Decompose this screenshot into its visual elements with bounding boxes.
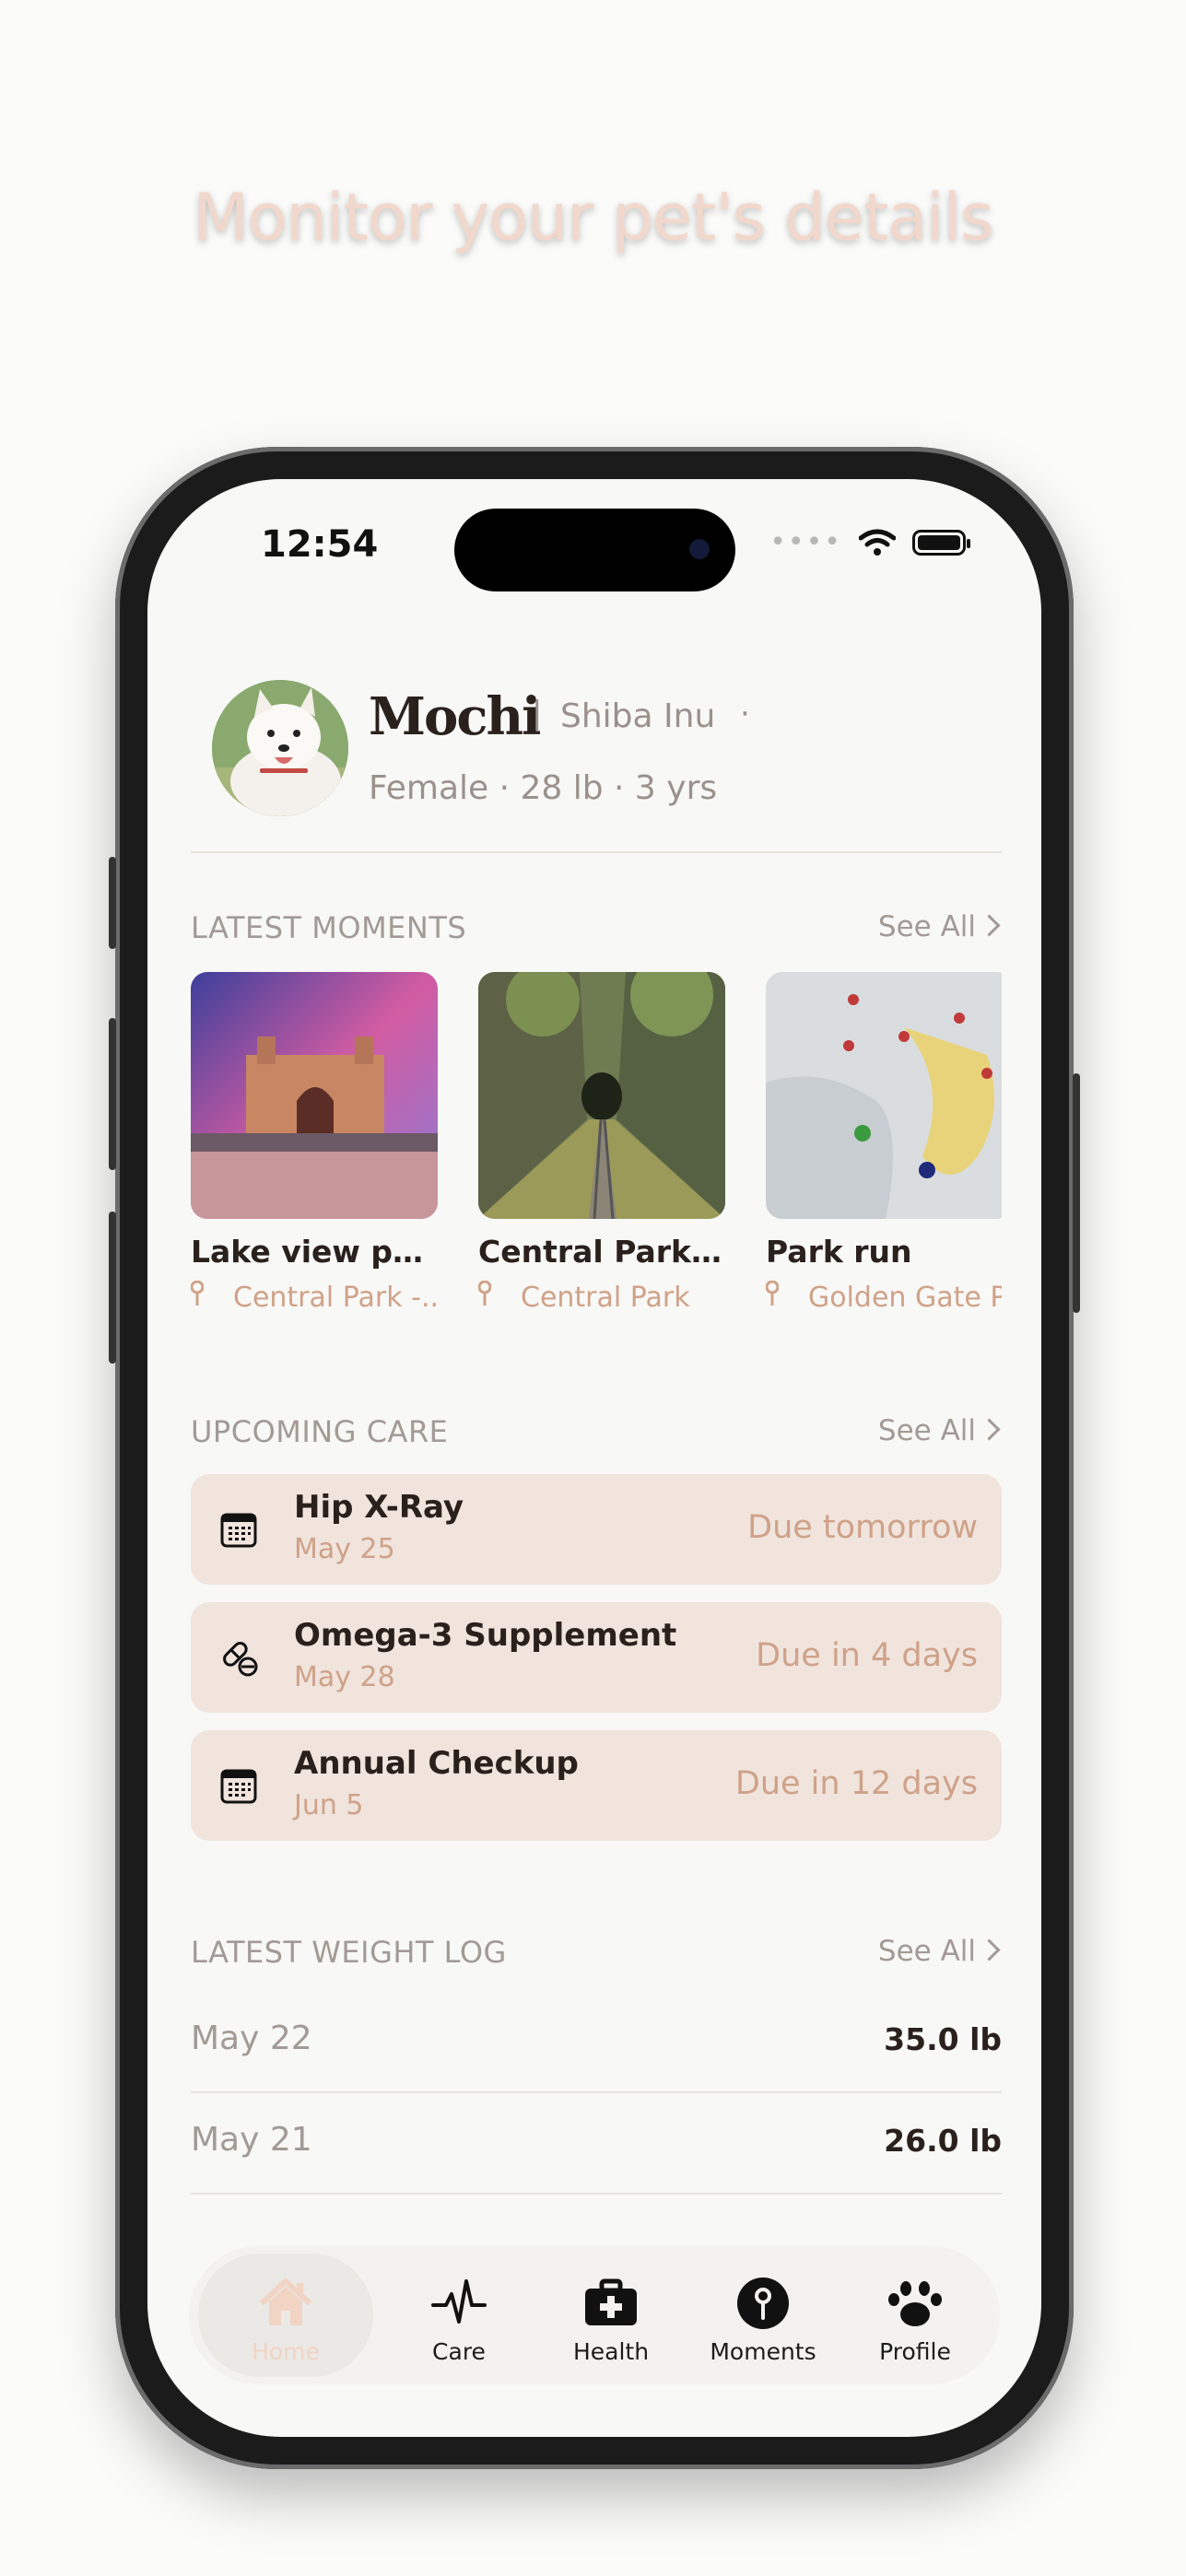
app-screen: 12:54 •••• Mochi | Shiba Inu · Female · … (147, 479, 1041, 2437)
map-pin-icon (191, 1281, 218, 1314)
map-pin-icon (478, 1281, 506, 1314)
promo-headline: Monitor your pet's details (193, 180, 993, 255)
care-item-due: Due in 4 days (756, 1637, 978, 1674)
weight-row[interactable]: May 22 35.0 lb (191, 1990, 1002, 2093)
breed-dot: · (740, 696, 750, 732)
status-icons: •••• (769, 526, 970, 558)
action-button (109, 857, 116, 949)
profile-divider (191, 851, 1002, 853)
weight-value: 26.0 lb (884, 2123, 1002, 2159)
care-item-name: Omega-3 Supplement (294, 1617, 677, 1654)
moment-location: Central Park -... (191, 1281, 438, 1314)
moment-location: Golden Gate P (766, 1281, 1002, 1314)
care-see-all[interactable]: See All (877, 1414, 1001, 1447)
heartbeat-icon (431, 2279, 487, 2324)
chevron-right-icon (978, 914, 1001, 937)
dynamic-island (454, 509, 735, 591)
care-item-due: Due tomorrow (747, 1509, 978, 1546)
care-item[interactable]: Hip X-Ray May 25 Due tomorrow (191, 1474, 1002, 1585)
tab-label: Care (432, 2338, 486, 2365)
signal-icon: •••• (769, 526, 842, 558)
tab-label: Health (572, 2338, 650, 2365)
moment-card[interactable]: Park run Golden Gate P (766, 972, 1002, 1314)
volume-up-button (109, 1018, 116, 1170)
weight-section-title: LATEST WEIGHT LOG (191, 1935, 507, 1970)
moments-see-all[interactable]: See All (877, 910, 1001, 943)
volume-down-button (109, 1212, 116, 1364)
tab-moments[interactable]: Moments (685, 2246, 841, 2384)
weight-value: 35.0 lb (884, 2021, 1002, 2057)
battery-icon (912, 530, 970, 556)
map-pin-icon (766, 1281, 793, 1314)
chevron-right-icon (978, 1418, 1001, 1441)
care-item[interactable]: Omega-3 Supplement May 28 Due in 4 days (191, 1602, 1002, 1713)
tab-home[interactable]: Home (198, 2254, 373, 2377)
tab-profile[interactable]: Profile (837, 2246, 993, 2384)
weight-date: May 22 (191, 2020, 312, 2057)
moment-title: Lake view pause (191, 1234, 438, 1270)
medkit-icon (585, 2278, 637, 2325)
calendar-icon (220, 1769, 257, 1804)
power-button (1073, 1073, 1080, 1313)
tab-label: Home (252, 2338, 320, 2365)
moment-card[interactable]: Lake view pause Central Park -... (191, 972, 438, 1314)
name-separator: | (532, 695, 543, 732)
tab-label: Moments (710, 2338, 816, 2365)
moment-photo (766, 972, 1002, 1219)
wifi-icon (859, 529, 896, 556)
care-item-name: Annual Checkup (294, 1745, 579, 1782)
pet-avatar[interactable] (212, 680, 348, 816)
see-all-label: See All (877, 1414, 976, 1447)
tab-care[interactable]: Care (381, 2246, 537, 2384)
moment-location-text: Central Park -... (233, 1282, 438, 1314)
pin-icon (737, 2277, 789, 2329)
home-icon (259, 2278, 312, 2325)
care-item-date: May 25 (294, 1533, 395, 1565)
moment-title: Central Park str... (478, 1234, 725, 1270)
moment-photo (478, 972, 725, 1219)
moments-section-title: LATEST MOMENTS (191, 910, 467, 945)
tab-label: Profile (879, 2338, 951, 2365)
moment-location-text: Central Park (521, 1282, 690, 1314)
weight-row[interactable]: May 21 26.0 lb (191, 2091, 1002, 2195)
moment-location-text: Golden Gate P (808, 1282, 1002, 1314)
care-section-title: UPCOMING CARE (191, 1414, 449, 1449)
moment-title: Park run (766, 1234, 912, 1270)
calendar-icon (220, 1513, 257, 1548)
care-item-date: Jun 5 (294, 1789, 364, 1821)
moment-location: Central Park (478, 1281, 725, 1314)
tab-bar: Home Care Health Moments Profile (189, 2246, 1000, 2384)
moments-carousel[interactable]: Lake view pause Central Park -... (191, 972, 1002, 1322)
pet-name: Mochi (369, 686, 541, 747)
chevron-right-icon (978, 1938, 1001, 1961)
care-item-name: Hip X-Ray (294, 1489, 464, 1526)
weight-see-all[interactable]: See All (877, 1935, 1001, 1968)
tab-health[interactable]: Health (533, 2246, 689, 2384)
pet-breed: Shiba Inu (560, 697, 716, 735)
pet-meta: Female · 28 lb · 3 yrs (369, 769, 718, 807)
see-all-label: See All (877, 1935, 976, 1968)
see-all-label: See All (877, 910, 976, 943)
care-item[interactable]: Annual Checkup Jun 5 Due in 12 days (191, 1730, 1002, 1841)
care-item-due: Due in 12 days (734, 1765, 978, 1802)
moment-photo (191, 972, 438, 1219)
paw-icon (888, 2281, 942, 2326)
care-item-date: May 28 (294, 1661, 395, 1693)
phone-frame: 12:54 •••• Mochi | Shiba Inu · Female · … (109, 447, 1080, 2469)
pills-icon (223, 1642, 258, 1677)
status-time: 12:54 (261, 523, 379, 566)
moment-card[interactable]: Central Park str... Central Park (478, 972, 725, 1314)
weight-date: May 21 (191, 2121, 312, 2159)
